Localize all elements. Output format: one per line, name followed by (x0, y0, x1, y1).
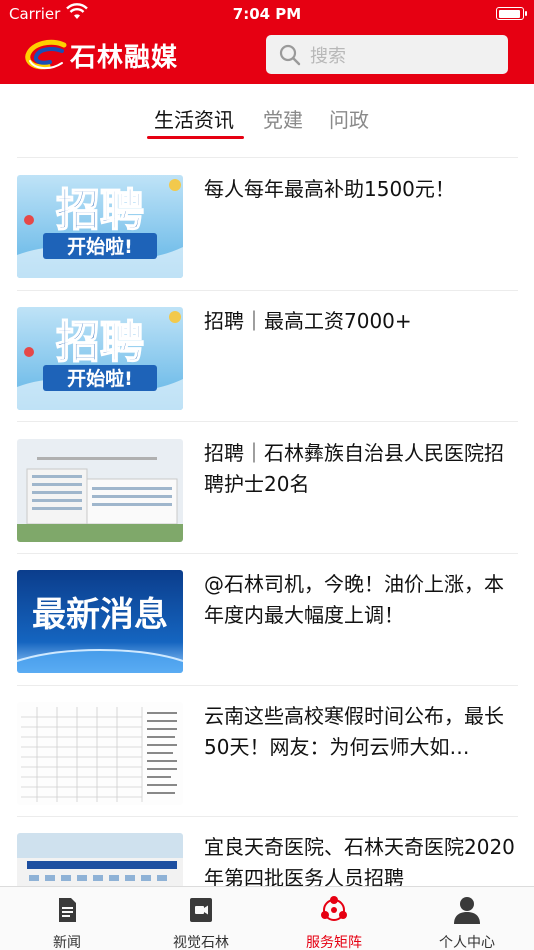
tabbar-label: 个人中心 (439, 935, 495, 950)
article-item[interactable]: 招聘 开始啦! 招聘｜最高工资7000+ (17, 290, 518, 421)
tab-life-news[interactable]: 生活资讯 (154, 104, 234, 133)
tabbar-item-visual[interactable]: 视觉石林 (134, 887, 268, 950)
battery-icon (496, 7, 527, 20)
article-item[interactable]: 招聘 开始啦! 每人每年最高补助1500元！ (17, 158, 518, 289)
tabbar-label: 视觉石林 (173, 935, 229, 950)
search-bar[interactable]: 搜索 (266, 35, 508, 74)
service-icon (321, 896, 347, 921)
article-item[interactable]: 招聘｜石林彝族自治县人民医院招聘护士20名 (17, 422, 518, 553)
article-thumbnail: 最新消息 (17, 570, 183, 673)
tabbar-item-news[interactable]: 新闻 (0, 887, 134, 950)
article-title: 招聘｜最高工资7000+ (204, 309, 412, 333)
article-title: 招聘｜石林彝族自治县人民医院招聘护士20名 (204, 441, 504, 496)
article-thumbnail: 招聘 开始啦! (17, 175, 183, 278)
article-title: 每人每年最高补助1500元！ (204, 177, 455, 201)
article-title: 宜良天奇医院、石林天奇医院2020年第四批医务人员招聘 (204, 835, 515, 890)
article-title: @石林司机，今晚！油价上涨，本年度内最大幅度上调！ (204, 572, 504, 627)
article-item[interactable]: 最新消息 @石林司机，今晚！油价上涨，本年度内最大幅度上调！ (17, 553, 518, 684)
article-thumbnail: 招聘 开始啦! (17, 307, 183, 410)
thumb-text: 招聘 (56, 317, 144, 368)
logo-text: 石林融媒 (70, 42, 179, 73)
tabbar-item-profile[interactable]: 个人中心 (400, 887, 534, 950)
thumb-text: 最新消息 (32, 595, 168, 635)
search-placeholder: 搜索 (310, 45, 346, 67)
logo-mark-icon (25, 39, 67, 70)
tabbar-label: 新闻 (53, 935, 81, 950)
active-tab-indicator (147, 136, 244, 139)
status-time: 7:04 PM (232, 5, 302, 23)
video-icon (190, 898, 212, 922)
thumb-text: 开始啦! (67, 235, 133, 258)
news-icon (59, 898, 76, 922)
tabbar-label: 服务矩阵 (306, 935, 362, 950)
bottom-tab-bar: 新闻 视觉石林 服务矩阵 个人中心 (0, 886, 534, 950)
thumb-text: 招聘 (56, 185, 144, 236)
profile-icon (454, 897, 480, 924)
app-logo: 石林融媒 (24, 36, 178, 74)
tab-inquiry[interactable]: 问政 (329, 104, 369, 133)
category-tabs: 生活资讯 党建 问政 (0, 84, 534, 144)
tabbar-item-services[interactable]: 服务矩阵 (267, 887, 401, 950)
top-header: Carrier 7:04 PM 石林融媒 搜索 (0, 0, 534, 84)
article-title: 云南这些高校寒假时间公布，最长50天！网友：为何云师大如… (204, 704, 504, 759)
tab-party-building[interactable]: 党建 (263, 104, 303, 133)
status-bar: Carrier 7:04 PM (0, 0, 534, 28)
article-item[interactable]: 云南这些高校寒假时间公布，最长50天！网友：为何云师大如… (17, 685, 518, 816)
article-thumbnail (17, 702, 183, 805)
battery-level (498, 9, 520, 18)
search-icon (279, 44, 301, 65)
thumb-text: 开始啦! (67, 367, 133, 390)
article-thumbnail (17, 439, 183, 542)
